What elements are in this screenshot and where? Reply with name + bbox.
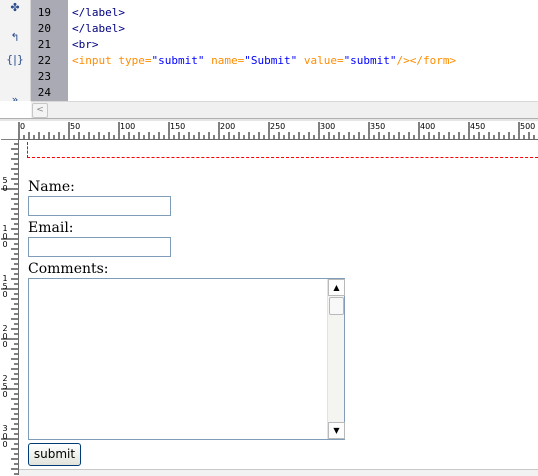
code-token: </label>: [72, 6, 125, 19]
ruler-label: 200: [220, 122, 236, 131]
code-token: value=: [297, 54, 344, 67]
ruler-label: 2 0 0: [2, 324, 8, 349]
ruler-label: 2 5 0: [2, 374, 8, 399]
select-object-icon[interactable]: ✤: [6, 0, 24, 16]
submit-button[interactable]: submit: [28, 443, 81, 466]
line-number: 19: [37, 6, 51, 19]
name-label: Name:: [28, 179, 75, 195]
ruler-label: 50: [70, 122, 81, 131]
code-token: "submit": [343, 54, 397, 67]
horizontal-ruler: 0 50 100 150 200 250 300 350 400 450 500: [0, 121, 538, 140]
comments-label: Comments:: [28, 261, 109, 277]
ruler-label: 500: [520, 122, 536, 131]
comments-textarea[interactable]: ▲ ▼: [28, 278, 345, 440]
line-number: 23: [37, 70, 51, 83]
scroll-thumb[interactable]: [329, 297, 344, 315]
code-line[interactable]: <br>: [72, 37, 99, 53]
code-token: "Submit": [244, 54, 298, 67]
vertical-ruler: 5 0 1 0 0 1 5 0 2 0 0 2 5 0 3 0 0: [0, 139, 19, 475]
ruler-label: 5 0: [2, 176, 8, 193]
ruler-label: 0: [20, 122, 26, 131]
code-token: <br>: [72, 38, 99, 51]
ruler-label: 450: [470, 122, 486, 131]
ruler-label: 3 0 0: [2, 424, 8, 449]
scroll-left-button[interactable]: <: [32, 103, 48, 118]
coding-toolbar: ✤ ↰ {|} »: [0, 0, 31, 101]
scroll-down-button[interactable]: ▼: [328, 422, 345, 439]
expand-more-icon[interactable]: »: [6, 92, 24, 101]
ruler-label: 350: [370, 122, 386, 131]
name-input[interactable]: [28, 196, 171, 216]
code-token: /></form>: [396, 54, 457, 67]
line-number: 24: [37, 86, 51, 99]
code-line[interactable]: </label>: [72, 21, 125, 37]
code-token: <input: [72, 54, 119, 67]
ruler-label: 1 5 0: [2, 274, 8, 299]
code-line[interactable]: </label>: [72, 5, 125, 21]
line-number: 20: [37, 22, 51, 35]
email-input[interactable]: [28, 237, 171, 257]
code-view[interactable]: ✤ ↰ {|} » 19 20 21 22 23 24 </label> </l…: [0, 0, 538, 101]
line-number: 21: [37, 38, 51, 51]
ruler-label: 1 0 0: [2, 224, 8, 249]
insert-tag-icon[interactable]: ↰: [6, 30, 24, 46]
horizontal-ruler-ticks: [18, 122, 535, 139]
textarea-scrollbar[interactable]: ▲ ▼: [327, 279, 345, 439]
ruler-label: 150: [170, 122, 186, 131]
code-line[interactable]: <input type="submit" name="Submit" value…: [72, 53, 456, 69]
code-token: name=: [204, 54, 245, 67]
code-token: "submit": [151, 54, 205, 67]
form-outline[interactable]: [27, 142, 538, 158]
line-number-gutter: 19 20 21 22 23 24: [31, 0, 68, 101]
line-number: 22: [37, 54, 51, 67]
ruler-label: 400: [420, 122, 436, 131]
code-token: </label>: [72, 22, 125, 35]
design-view[interactable]: Name: Email: Comments: ▲ ▼ submit: [19, 140, 538, 475]
ruler-label: 100: [120, 122, 136, 131]
ruler-label: 250: [270, 122, 286, 131]
wrap-braces-icon[interactable]: {|}: [6, 52, 24, 68]
scroll-up-button[interactable]: ▲: [328, 279, 345, 296]
code-token: type=: [118, 54, 152, 67]
ruler-label: 300: [320, 122, 336, 131]
code-horizontal-scrollbar[interactable]: <: [31, 101, 538, 118]
email-label: Email:: [28, 220, 74, 236]
